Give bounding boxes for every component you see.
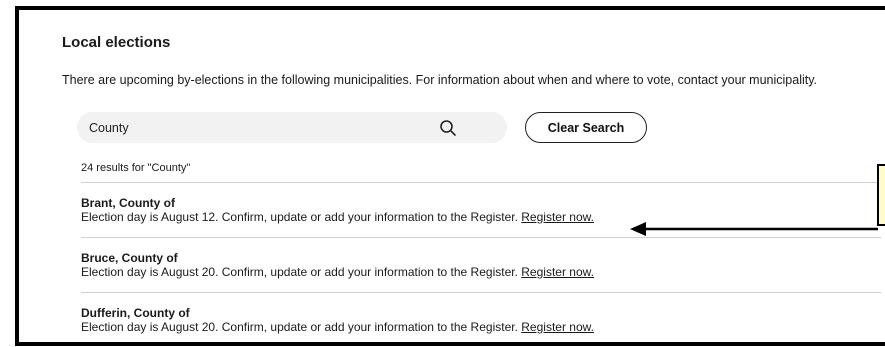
results-list: Brant, County of Election day is August … xyxy=(81,182,881,347)
register-now-link[interactable]: Register now. xyxy=(521,210,594,224)
result-description: Election day is August 20. Confirm, upda… xyxy=(81,265,594,279)
list-item: Dufferin, County of Election day is Augu… xyxy=(81,292,881,347)
section-title: Local elections xyxy=(62,34,171,51)
results-count: 24 results for "County" xyxy=(81,162,191,174)
result-name: Bruce, County of xyxy=(81,251,178,265)
clear-search-button[interactable]: Clear Search xyxy=(525,112,647,143)
search-input[interactable] xyxy=(89,112,419,143)
result-desc-text: Election day is August 20. Confirm, upda… xyxy=(81,320,518,334)
annotation-arrow-icon xyxy=(630,222,878,236)
search-box xyxy=(77,112,507,143)
result-description: Election day is August 12. Confirm, upda… xyxy=(81,210,594,224)
register-now-link[interactable]: Register now. xyxy=(521,265,594,279)
list-item: Bruce, County of Election day is August … xyxy=(81,237,881,292)
result-name: Dufferin, County of xyxy=(81,306,190,320)
result-desc-text: Election day is August 20. Confirm, upda… xyxy=(81,265,518,279)
result-desc-text: Election day is August 12. Confirm, upda… xyxy=(81,210,518,224)
result-name: Brant, County of xyxy=(81,196,175,210)
section-intro: There are upcoming by-elections in the f… xyxy=(62,73,818,87)
page-frame: Local elections There are upcoming by-el… xyxy=(15,6,885,346)
register-now-link[interactable]: Register now. xyxy=(521,320,594,334)
result-description: Election day is August 20. Confirm, upda… xyxy=(81,320,594,334)
search-icon[interactable] xyxy=(439,119,457,137)
annotation-callout xyxy=(877,164,885,226)
